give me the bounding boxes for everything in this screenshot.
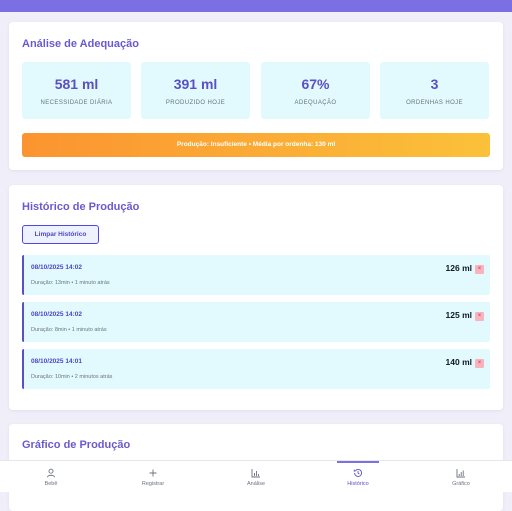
entry-meta: Duração: 13min • 1 minuto atrás [31, 280, 110, 286]
analysis-card: Análise de Adequação 581 ml NECESSIDADE … [9, 22, 503, 170]
nav-item-register[interactable]: Registrar [102, 461, 204, 493]
stat-value: 391 ml [173, 76, 218, 92]
stat-label: PRODUZIDO HOJE [165, 100, 226, 106]
nav-item-baby[interactable]: Bebê [0, 461, 102, 493]
nav-item-analysis[interactable]: Análise [205, 461, 307, 493]
stat-adequacy: 67% ADEQUAÇÃO [261, 62, 370, 119]
stat-value: 3 [430, 76, 439, 92]
nav-item-history[interactable]: Histórico [307, 461, 409, 493]
entry-amount: 140 ml [445, 357, 472, 367]
stat-produced-today: 391 ml PRODUZIDO HOJE [141, 62, 250, 119]
stat-value: 67% [301, 76, 330, 92]
entry-amount: 125 ml [445, 310, 472, 320]
entry-date: 08/10/2025 14:01 [31, 358, 82, 365]
stat-daily-need: 581 ml NECESSIDADE DIÁRIA [22, 62, 131, 119]
bottom-navigation: Bebê Registrar Análise Histórico Gráfico [0, 460, 512, 492]
history-entry: 08/10/2025 14:01 Duração: 10min • 2 minu… [22, 349, 490, 389]
stat-label: NECESSIDADE DIÁRIA [40, 100, 113, 106]
bar-chart-icon [251, 469, 260, 478]
nav-label: Bebê [44, 481, 58, 487]
history-card: Histórico de Produção Limpar Histórico 0… [9, 185, 503, 410]
stat-value: 581 ml [54, 76, 99, 92]
production-status-banner: Produção: Insuficiente • Média por orden… [22, 133, 490, 157]
history-title: Histórico de Produção [22, 201, 140, 213]
entry-date: 08/10/2025 14:02 [31, 264, 82, 271]
nav-item-chart[interactable]: Gráfico [410, 461, 512, 493]
nav-label: Gráfico [452, 481, 470, 487]
stat-label: ORDENHAS HOJE [406, 100, 463, 106]
chart-title: Gráfico de Produção [22, 439, 131, 451]
nav-label: Histórico [347, 481, 369, 487]
active-tab-indicator [337, 461, 379, 463]
delete-entry-icon[interactable]: × [475, 312, 484, 321]
nav-label: Registrar [141, 481, 165, 487]
clear-history-button[interactable]: Limpar Histórico [22, 225, 99, 244]
history-entry: 08/10/2025 14:02 Duração: 13min • 1 minu… [22, 255, 490, 295]
stat-label: ADEQUAÇÃO [294, 100, 337, 106]
entry-meta: Duração: 10min • 2 minutos atrás [31, 374, 113, 380]
plus-icon [149, 469, 157, 477]
entry-date: 08/10/2025 14:02 [31, 311, 82, 318]
analysis-title: Análise de Adequação [22, 38, 139, 50]
stat-sessions-today: 3 ORDENHAS HOJE [380, 62, 489, 119]
delete-entry-icon[interactable]: × [475, 265, 484, 274]
delete-entry-icon[interactable]: × [475, 359, 484, 368]
top-app-bar [0, 0, 512, 12]
nav-label: Análise [246, 481, 266, 487]
entry-amount: 126 ml [445, 263, 472, 273]
history-icon [353, 469, 362, 477]
chart-icon [456, 469, 465, 478]
user-icon [47, 468, 55, 478]
entry-meta: Duração: 8min • 1 minuto atrás [31, 327, 107, 333]
history-entry: 08/10/2025 14:02 Duração: 8min • 1 minut… [22, 302, 490, 342]
